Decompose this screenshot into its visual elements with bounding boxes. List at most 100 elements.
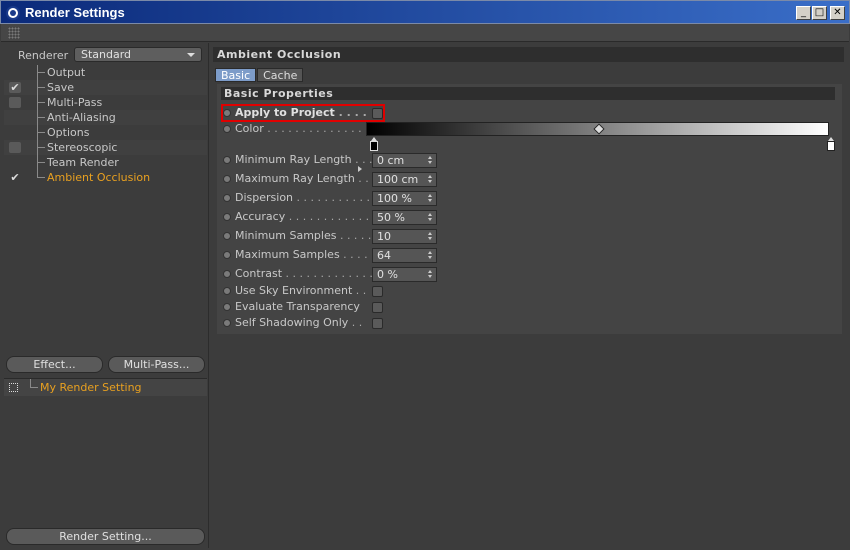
tree-item-stereoscopic[interactable]: Stereoscopic xyxy=(4,140,207,155)
min-ray-length-row: Minimum Ray Length . . . 0 cm xyxy=(222,152,842,168)
close-button[interactable]: ✕ xyxy=(830,6,845,20)
evaluate-transparency-label: Evaluate Transparency xyxy=(235,299,360,315)
dispersion-field[interactable]: 100 % xyxy=(372,191,437,206)
animation-dot-icon[interactable] xyxy=(223,125,231,133)
self-shadowing-only-checkbox[interactable] xyxy=(372,318,383,329)
window-title: Render Settings xyxy=(25,5,125,20)
spinner-icon[interactable] xyxy=(428,213,433,222)
dot-leader: . . . . . . . . . . . . . . xyxy=(263,122,362,135)
dot-leader: . . xyxy=(354,172,369,185)
app-logo-icon xyxy=(6,6,20,20)
right-panel: Ambient Occlusion Basic Cache Basic Prop… xyxy=(211,43,848,548)
tree-item-label: Output xyxy=(47,66,86,79)
accuracy-row: Accuracy . . . . . . . . . . . . . . 50 … xyxy=(222,209,842,225)
spinner-icon[interactable] xyxy=(428,251,433,260)
tree-item-team-render[interactable]: Team Render xyxy=(4,155,207,170)
field-value: 10 xyxy=(377,230,391,243)
toolbar xyxy=(1,24,849,42)
field-label-text: Minimum Ray Length xyxy=(235,153,352,166)
checkbox-unchecked[interactable] xyxy=(9,142,21,153)
dispersion-row: Dispersion . . . . . . . . . . . . 100 % xyxy=(222,190,842,206)
tree-item-multi-pass[interactable]: Multi-Pass xyxy=(4,95,207,110)
gradient-knot-white[interactable] xyxy=(827,137,835,151)
tree-item-ambient-occlusion[interactable]: ✔ Ambient Occlusion xyxy=(4,170,207,185)
group-title: Basic Properties xyxy=(221,87,835,100)
apply-label-text: Apply to Project xyxy=(235,106,335,119)
max-samples-label: Maximum Samples . . . . . xyxy=(235,247,375,263)
max-samples-row: Maximum Samples . . . . . 64 xyxy=(222,247,842,263)
effect-button[interactable]: Effect... xyxy=(6,356,103,373)
dot-leader: . . . . . xyxy=(339,248,375,261)
dot-leader: . . . xyxy=(351,153,373,166)
tree-branch xyxy=(37,132,45,133)
checkbox-checked[interactable]: ✔ xyxy=(9,82,21,93)
spinner-icon[interactable] xyxy=(428,194,433,203)
tree-item-save[interactable]: ✔ Save xyxy=(4,80,207,95)
spinner-icon[interactable] xyxy=(428,232,433,241)
maximize-button[interactable]: □ xyxy=(812,6,827,20)
color-label-text: Color xyxy=(235,122,264,135)
dot-leader: . . . . . . . . . . . . xyxy=(293,191,377,204)
animation-dot-icon[interactable] xyxy=(223,319,231,327)
title-bar[interactable]: Render Settings _ □ ✕ xyxy=(0,0,850,24)
tree-branch xyxy=(37,147,45,148)
spinner-icon[interactable] xyxy=(428,270,433,279)
use-sky-environment-checkbox[interactable] xyxy=(372,286,383,297)
field-value: 100 % xyxy=(377,192,412,205)
tree-item-options[interactable]: Options xyxy=(4,125,207,140)
spinner-icon[interactable] xyxy=(428,156,433,165)
dot-leader: . . . . . . . . . . . . . . xyxy=(285,210,384,223)
animation-dot-icon[interactable] xyxy=(223,175,231,183)
tab-cache[interactable]: Cache xyxy=(257,68,304,82)
animation-dot-icon[interactable] xyxy=(223,232,231,240)
max-samples-field[interactable]: 64 xyxy=(372,248,437,263)
animation-dot-icon[interactable] xyxy=(223,109,231,117)
minimize-button[interactable]: _ xyxy=(796,6,811,20)
tree-item-output[interactable]: Output xyxy=(4,65,207,80)
min-samples-field[interactable]: 10 xyxy=(372,229,437,244)
animation-dot-icon[interactable] xyxy=(223,213,231,221)
min-ray-length-field[interactable]: 0 cm xyxy=(372,153,437,168)
tree-item-label: Save xyxy=(47,81,75,94)
grip-icon[interactable] xyxy=(8,27,20,39)
contrast-field[interactable]: 0 % xyxy=(372,267,437,282)
apply-to-project-checkbox[interactable] xyxy=(372,108,383,119)
tree-branch xyxy=(37,117,45,118)
renderer-dropdown[interactable]: Standard xyxy=(74,47,202,62)
render-setting-list: My Render Setting xyxy=(4,378,207,526)
gradient-knot-black[interactable] xyxy=(370,137,378,151)
accuracy-field[interactable]: 50 % xyxy=(372,210,437,225)
tab-basic[interactable]: Basic xyxy=(215,68,257,82)
spinner-icon[interactable] xyxy=(428,175,433,184)
render-setting-button[interactable]: Render Setting... xyxy=(6,528,205,545)
self-shadowing-only-row: Self Shadowing Only . . xyxy=(222,315,842,331)
section-title: Ambient Occlusion xyxy=(213,47,844,62)
animation-dot-icon[interactable] xyxy=(223,156,231,164)
checkbox-checked[interactable]: ✔ xyxy=(9,172,21,183)
self-shadowing-only-label: Self Shadowing Only . . xyxy=(235,315,362,331)
tree-item-anti-aliasing[interactable]: Anti-Aliasing xyxy=(4,110,207,125)
animation-dot-icon[interactable] xyxy=(223,251,231,259)
renderer-value: Standard xyxy=(81,48,132,61)
animation-dot-icon[interactable] xyxy=(223,270,231,278)
checkbox-label-text: Evaluate Transparency xyxy=(235,300,360,313)
color-label: Color . . . . . . . . . . . . . . xyxy=(235,121,362,137)
max-ray-length-field[interactable]: 100 cm xyxy=(372,172,437,187)
multi-pass-button[interactable]: Multi-Pass... xyxy=(108,356,205,373)
dispersion-label: Dispersion . . . . . . . . . . . . xyxy=(235,190,377,206)
tab-bar: Basic Cache xyxy=(215,68,304,82)
evaluate-transparency-checkbox[interactable] xyxy=(372,302,383,313)
tree-item-label: Multi-Pass xyxy=(47,96,103,109)
max-ray-length-label: Maximum Ray Length . . xyxy=(235,171,369,187)
checkbox-unchecked[interactable] xyxy=(9,97,21,108)
accuracy-label: Accuracy . . . . . . . . . . . . . . xyxy=(235,209,383,225)
animation-dot-icon[interactable] xyxy=(223,194,231,202)
use-sky-environment-label: Use Sky Environment . . xyxy=(235,283,366,299)
list-item[interactable]: My Render Setting xyxy=(4,379,207,396)
tree-item-label: Anti-Aliasing xyxy=(47,111,116,124)
use-sky-environment-row: Use Sky Environment . . xyxy=(222,283,842,299)
animation-dot-icon[interactable] xyxy=(223,303,231,311)
min-samples-label: Minimum Samples . . . . . xyxy=(235,228,371,244)
render-setting-icon xyxy=(9,383,18,392)
animation-dot-icon[interactable] xyxy=(223,287,231,295)
